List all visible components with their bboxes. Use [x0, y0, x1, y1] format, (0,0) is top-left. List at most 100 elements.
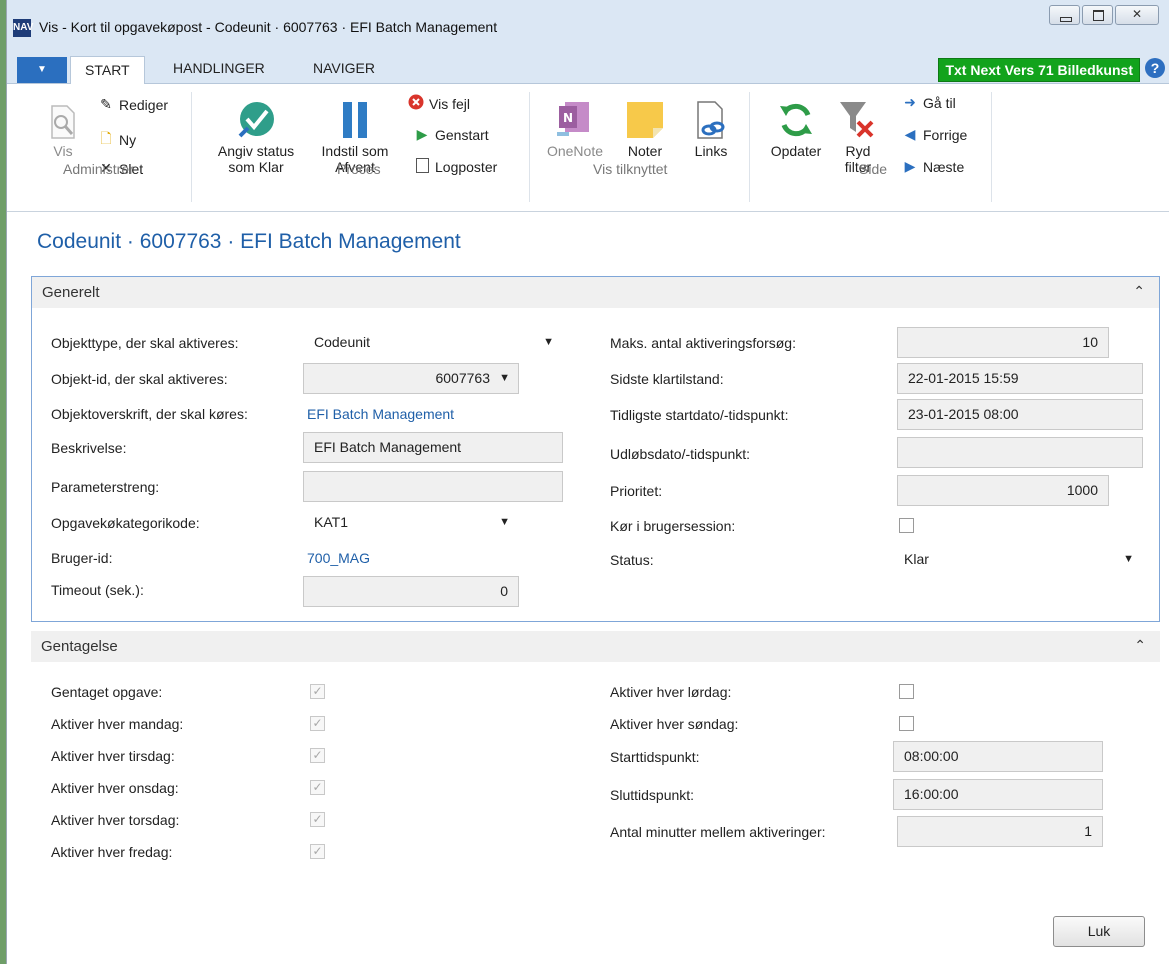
- objekt-id-field[interactable]: 6007763 ▼: [303, 363, 519, 394]
- mandag-checkbox[interactable]: ✓: [310, 716, 325, 731]
- prioritet-field[interactable]: 1000: [897, 475, 1109, 506]
- objektoverskrift-link[interactable]: EFI Batch Management: [307, 406, 454, 422]
- koer-checkbox[interactable]: [899, 518, 914, 533]
- onenote-button[interactable]: N OneNote: [537, 100, 613, 159]
- angiv-status-button[interactable]: Angiv status som Klar: [205, 100, 307, 175]
- noter-label: Noter: [627, 143, 663, 159]
- kategorikode-select[interactable]: KAT1 ▼: [303, 507, 519, 538]
- objekttype-select[interactable]: Codeunit ▼: [303, 327, 563, 358]
- rediger-button[interactable]: ✎ Rediger: [97, 96, 168, 113]
- onenote-label: OneNote: [546, 143, 604, 159]
- beskrivelse-label: Beskrivelse:: [51, 440, 127, 456]
- collapse-icon[interactable]: ⌃: [1133, 283, 1145, 300]
- fredag-checkbox[interactable]: ✓: [310, 844, 325, 859]
- app-logo-icon: NAV: [13, 19, 33, 37]
- ny-label: Ny: [119, 132, 137, 148]
- close-icon: ✕: [1131, 7, 1143, 21]
- gentagelse-header[interactable]: Gentagelse ⌃: [31, 631, 1160, 662]
- naeste-button[interactable]: ▶ Næste: [901, 158, 965, 175]
- antal-label: Antal minutter mellem aktiveringer:: [610, 824, 826, 840]
- chevron-down-icon: ▼: [37, 64, 47, 75]
- timeout-field[interactable]: 0: [303, 576, 519, 607]
- kategorikode-label: Opgavekøkategorikode:: [51, 515, 200, 531]
- angiv-label-2: som Klar: [228, 159, 284, 175]
- link-document-icon: [697, 101, 725, 139]
- gentaget-opgave-checkbox[interactable]: ✓: [310, 684, 325, 699]
- objekttype-label: Objekttype, der skal aktiveres:: [51, 335, 239, 351]
- udloeb-field[interactable]: [897, 437, 1143, 468]
- title-bar: NAV Vis - Kort til opgavekøpost - Codeun…: [7, 0, 1169, 54]
- close-button[interactable]: ✕: [1115, 5, 1159, 25]
- logposter-button[interactable]: Logposter: [413, 158, 497, 176]
- maks-field[interactable]: 10: [897, 327, 1109, 358]
- tab-start[interactable]: START: [70, 56, 145, 84]
- angiv-label-1: Angiv status: [217, 143, 295, 159]
- group-label-proces: Proces: [337, 161, 381, 177]
- ryd-label-1: Ryd: [845, 143, 871, 159]
- beskrivelse-field[interactable]: EFI Batch Management: [303, 432, 563, 463]
- status-label: Status:: [610, 552, 654, 568]
- company-badge: Txt Next Vers 71 Billedkunst: [938, 58, 1140, 82]
- status-select[interactable]: Klar ▼: [893, 544, 1143, 575]
- rediger-label: Rediger: [119, 96, 169, 113]
- start-field[interactable]: 08:00:00: [893, 741, 1103, 772]
- naeste-label: Næste: [923, 158, 965, 175]
- tirsdag-label: Aktiver hver tirsdag:: [51, 748, 175, 764]
- group-separator: [529, 92, 530, 202]
- noter-button[interactable]: Noter: [619, 100, 671, 159]
- dropdown-arrow-icon: ▼: [543, 336, 554, 348]
- window-title: Vis - Kort til opgavekøpost - Codeunit ·…: [39, 19, 498, 35]
- sidste-field[interactable]: 22-01-2015 15:59: [897, 363, 1143, 394]
- genstart-button[interactable]: ▶ Genstart: [413, 126, 489, 143]
- soendag-checkbox[interactable]: [899, 716, 914, 731]
- tidligste-field[interactable]: 23-01-2015 08:00: [897, 399, 1143, 430]
- udloeb-label: Udløbsdato/-tidspunkt:: [610, 446, 751, 462]
- next-icon: ▶: [904, 158, 916, 174]
- vis-label: Vis: [53, 143, 73, 159]
- log-icon: [413, 158, 431, 176]
- group-label-side: Side: [859, 161, 888, 177]
- tab-naviger[interactable]: NAVIGER: [313, 60, 375, 76]
- tirsdag-checkbox[interactable]: ✓: [310, 748, 325, 763]
- generelt-header[interactable]: Generelt ⌃: [32, 277, 1159, 308]
- gaa-til-button[interactable]: ➜ Gå til: [901, 94, 956, 111]
- help-icon[interactable]: ?: [1145, 58, 1165, 78]
- links-label: Links: [694, 143, 728, 159]
- previous-icon: ◀: [904, 126, 916, 142]
- app-menu-button[interactable]: ▼: [17, 57, 67, 83]
- links-button[interactable]: Links: [685, 100, 737, 159]
- start-label: Starttidspunkt:: [610, 749, 700, 765]
- logposter-label: Logposter: [435, 159, 498, 175]
- luk-button[interactable]: Luk: [1053, 916, 1145, 947]
- antal-field[interactable]: 1: [897, 816, 1103, 847]
- opdater-button[interactable]: Opdater: [759, 100, 833, 159]
- parameterstreng-label: Parameterstreng:: [51, 479, 160, 495]
- window: NAV Vis - Kort til opgavekøpost - Codeun…: [6, 0, 1169, 964]
- minimize-button[interactable]: [1049, 5, 1080, 25]
- forrige-button[interactable]: ◀ Forrige: [901, 126, 968, 143]
- parameterstreng-field[interactable]: [303, 471, 563, 502]
- slut-field[interactable]: 16:00:00: [893, 779, 1103, 810]
- ny-button[interactable]: 🗋 Ny: [97, 128, 136, 152]
- maximize-icon: [1093, 10, 1104, 21]
- collapse-icon[interactable]: ⌃: [1134, 637, 1146, 654]
- tab-handlinger[interactable]: HANDLINGER: [173, 60, 265, 76]
- objektoverskrift-label: Objektoverskrift, der skal køres:: [51, 406, 248, 422]
- maximize-button[interactable]: [1082, 5, 1113, 25]
- view-document-icon: [51, 105, 75, 139]
- slut-label: Sluttidspunkt:: [610, 787, 695, 803]
- pause-icon: [343, 102, 367, 138]
- torsdag-checkbox[interactable]: ✓: [310, 812, 325, 827]
- onsdag-checkbox[interactable]: ✓: [310, 780, 325, 795]
- tidligste-label: Tidligste startdato/-tidspunkt:: [610, 407, 789, 423]
- bruger-id-link[interactable]: 700_MAG: [307, 550, 370, 566]
- vis-fejl-button[interactable]: Vis fejl: [407, 94, 470, 113]
- play-icon: ▶: [416, 126, 428, 142]
- loerdag-checkbox[interactable]: [899, 684, 914, 699]
- minimize-icon: [1060, 17, 1072, 22]
- maks-label: Maks. antal aktiveringsforsøg:: [610, 335, 796, 351]
- vis-button[interactable]: Vis: [43, 104, 83, 159]
- loerdag-label: Aktiver hver lørdag:: [610, 684, 732, 700]
- page-title: Codeunit · 6007763 · EFI Batch Managemen…: [37, 230, 461, 253]
- window-controls: ✕: [1047, 5, 1159, 25]
